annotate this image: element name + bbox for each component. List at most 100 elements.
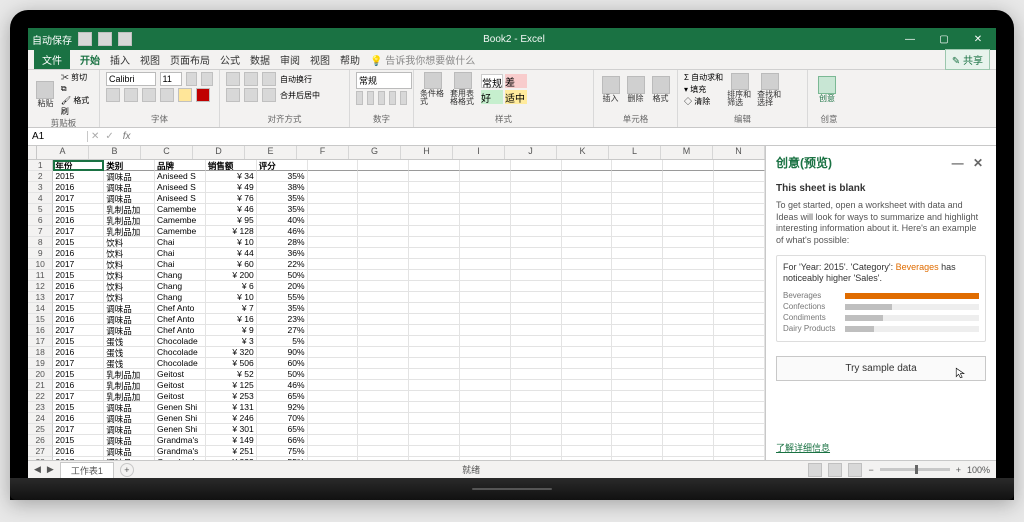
cell[interactable]: Camembe	[155, 215, 206, 226]
cell[interactable]	[612, 248, 663, 259]
cell[interactable]	[358, 446, 409, 457]
cell[interactable]: 饮料	[104, 237, 155, 248]
zoom-slider[interactable]	[880, 468, 950, 471]
cell[interactable]: Genen Shi	[155, 402, 206, 413]
cell[interactable]	[663, 204, 714, 215]
row-header[interactable]: 4	[28, 193, 53, 204]
cell[interactable]	[409, 204, 460, 215]
cell[interactable]	[714, 402, 765, 413]
row-header[interactable]: 2	[28, 171, 53, 182]
cell[interactable]	[663, 292, 714, 303]
cell[interactable]	[308, 336, 359, 347]
zoom-out-button[interactable]: −	[868, 465, 873, 475]
cell[interactable]: ¥ 60	[206, 259, 257, 270]
cell[interactable]: 蛋饯	[104, 347, 155, 358]
cell[interactable]: 调味品	[104, 402, 155, 413]
cell[interactable]	[562, 336, 613, 347]
decrease-decimal-icon[interactable]	[400, 91, 407, 105]
cell[interactable]: 50%	[257, 270, 308, 281]
cell[interactable]	[612, 204, 663, 215]
cell[interactable]: ¥ 46	[206, 204, 257, 215]
cell[interactable]	[562, 391, 613, 402]
cell[interactable]: 36%	[257, 248, 308, 259]
percent-icon[interactable]	[367, 91, 374, 105]
cell[interactable]	[663, 402, 714, 413]
cell[interactable]	[460, 204, 511, 215]
delete-cells-button[interactable]: 删除	[625, 72, 646, 106]
cell[interactable]	[714, 270, 765, 281]
font-size-select[interactable]: 11	[160, 72, 182, 86]
cell[interactable]: 调味品	[104, 413, 155, 424]
cell[interactable]	[358, 171, 409, 182]
cell[interactable]	[714, 215, 765, 226]
cell[interactable]	[511, 303, 562, 314]
cell[interactable]	[409, 347, 460, 358]
tell-me-search[interactable]: 💡 告诉我你想要做什么	[370, 52, 475, 67]
cell[interactable]	[663, 336, 714, 347]
paste-button[interactable]: 粘贴	[34, 78, 57, 112]
cell[interactable]	[308, 446, 359, 457]
cell[interactable]: 46%	[257, 226, 308, 237]
cell[interactable]	[511, 226, 562, 237]
sheet-nav-prev-icon[interactable]: ◀	[34, 464, 41, 475]
font-color-button[interactable]	[196, 88, 210, 102]
cell[interactable]	[612, 292, 663, 303]
border-button[interactable]	[160, 88, 174, 102]
cell[interactable]	[612, 369, 663, 380]
cell[interactable]	[562, 314, 613, 325]
row-header[interactable]: 1	[28, 160, 53, 171]
cell[interactable]	[511, 204, 562, 215]
cell[interactable]	[562, 281, 613, 292]
cell[interactable]	[358, 314, 409, 325]
cell[interactable]	[460, 325, 511, 336]
cell[interactable]	[612, 413, 663, 424]
column-header[interactable]: F	[297, 146, 349, 159]
insert-cells-button[interactable]: 插入	[600, 72, 621, 106]
cell[interactable]: 50%	[257, 369, 308, 380]
cell[interactable]: 55%	[257, 292, 308, 303]
cell[interactable]	[612, 314, 663, 325]
cell[interactable]: 2016	[53, 215, 104, 226]
cell[interactable]	[358, 226, 409, 237]
cut-button[interactable]: ✂ 剪切	[61, 72, 93, 83]
cell[interactable]: 乳制品加	[104, 226, 155, 237]
cell[interactable]	[358, 369, 409, 380]
cell[interactable]: ¥ 10	[206, 292, 257, 303]
row-header[interactable]: 22	[28, 391, 53, 402]
cell[interactable]	[511, 413, 562, 424]
cell[interactable]: 75%	[257, 446, 308, 457]
cell[interactable]	[562, 204, 613, 215]
increase-decimal-icon[interactable]	[389, 91, 396, 105]
cell[interactable]	[460, 270, 511, 281]
cell[interactable]	[409, 248, 460, 259]
cell[interactable]	[562, 413, 613, 424]
cell[interactable]: 评分	[257, 160, 308, 171]
increase-font-icon[interactable]	[186, 72, 198, 86]
row-header[interactable]: 12	[28, 281, 53, 292]
row-header[interactable]: 5	[28, 204, 53, 215]
cell[interactable]	[714, 380, 765, 391]
fill-color-button[interactable]	[178, 88, 192, 102]
cell[interactable]: ¥ 131	[206, 402, 257, 413]
sheet-nav-next-icon[interactable]: ▶	[47, 464, 54, 475]
cell[interactable]: Grandma's	[155, 446, 206, 457]
column-header[interactable]: N	[713, 146, 765, 159]
cell[interactable]	[714, 358, 765, 369]
cell[interactable]	[663, 226, 714, 237]
cell-style-bad[interactable]: 差	[505, 74, 527, 88]
cell[interactable]: ¥ 52	[206, 369, 257, 380]
cell[interactable]	[460, 292, 511, 303]
cell[interactable]	[663, 369, 714, 380]
cell[interactable]	[562, 248, 613, 259]
cell[interactable]	[663, 248, 714, 259]
cell[interactable]	[409, 424, 460, 435]
cell[interactable]: ¥ 3	[206, 336, 257, 347]
cell[interactable]	[511, 424, 562, 435]
cell[interactable]: 2015	[53, 171, 104, 182]
cell[interactable]: 2016	[53, 248, 104, 259]
format-as-table-button[interactable]: 套用表格格式	[450, 72, 476, 106]
cell-style-good[interactable]: 好	[481, 90, 503, 104]
cell[interactable]: Chocolade	[155, 358, 206, 369]
cell[interactable]	[511, 358, 562, 369]
cell[interactable]	[460, 336, 511, 347]
